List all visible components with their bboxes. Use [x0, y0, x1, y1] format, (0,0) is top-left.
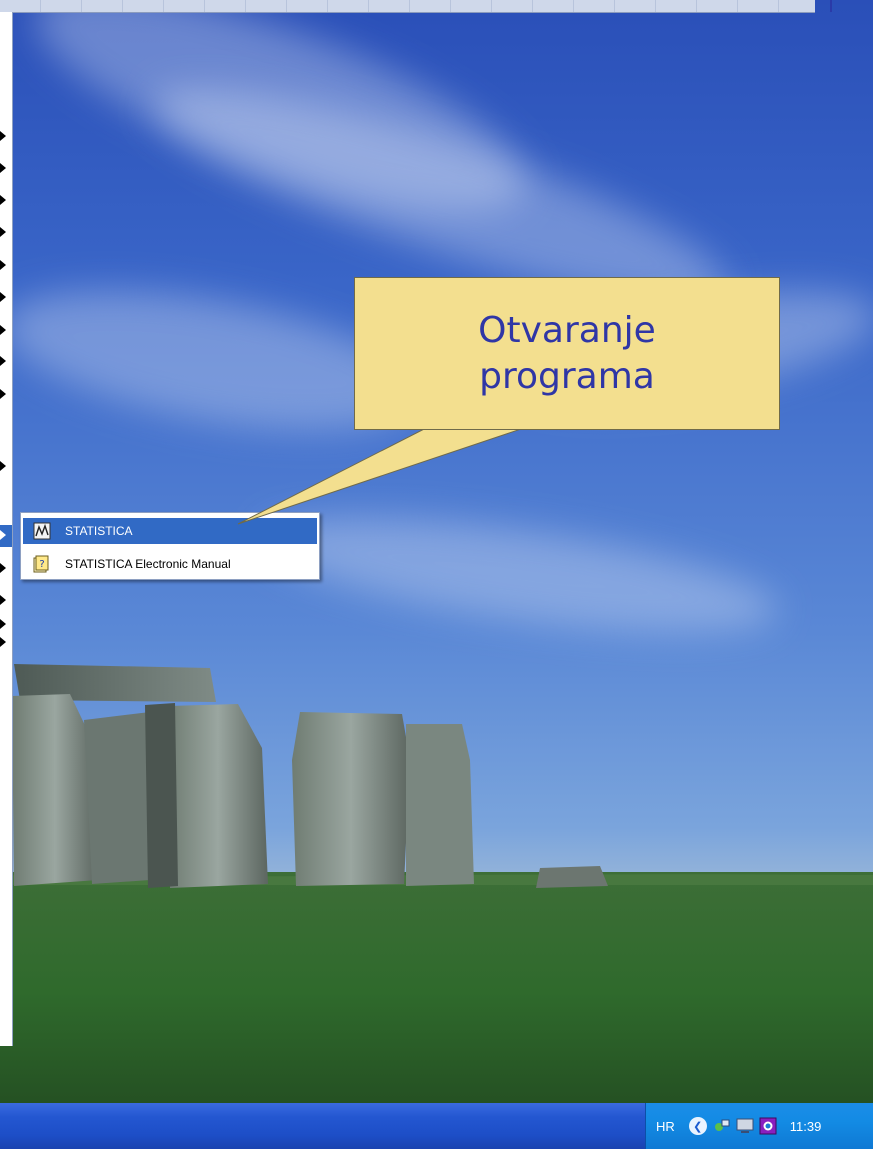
app-tray-icon[interactable] [759, 1117, 777, 1135]
clock[interactable]: 11:39 [790, 1119, 822, 1134]
monitor-icon[interactable] [736, 1117, 754, 1135]
language-indicator[interactable]: HR [656, 1119, 675, 1134]
chevron-left-icon[interactable]: ❮ [688, 1117, 707, 1135]
callout-seam [431, 425, 529, 429]
network-icon[interactable] [713, 1117, 731, 1135]
system-tray: HR ❮ 11:39 [645, 1103, 873, 1149]
